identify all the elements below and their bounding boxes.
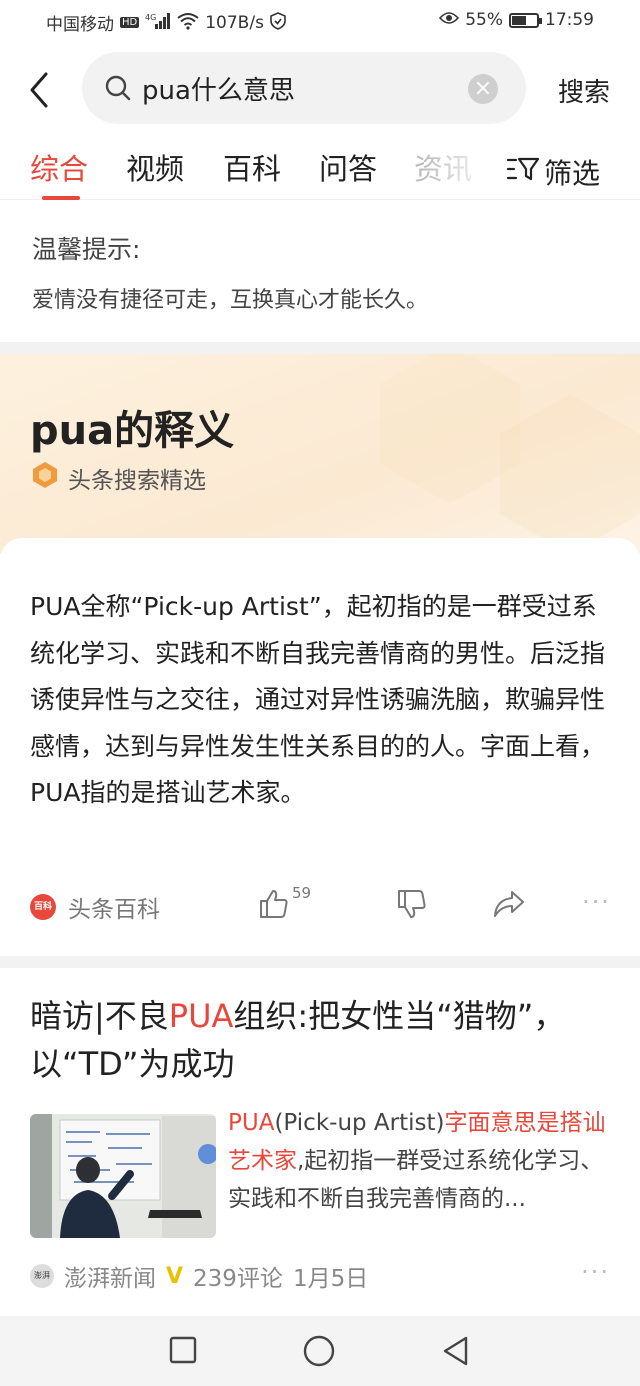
- article-thumbnail[interactable]: [30, 1114, 216, 1238]
- definition-source-label: 头条搜索精选: [68, 468, 206, 494]
- battery-icon: [509, 12, 542, 28]
- clear-search-button[interactable]: ×: [468, 74, 498, 104]
- tip-title: 温馨提示:: [32, 235, 141, 264]
- hexagon-pattern-decoration: [380, 354, 640, 554]
- square-icon: [169, 1336, 197, 1364]
- publisher-avatar: 澎湃: [30, 1264, 54, 1288]
- wifi-icon: [177, 12, 199, 34]
- network-type-label: 4G: [145, 13, 156, 22]
- definition-text: PUA全称“Pick-up Artist”，起初指的是一群受过系统化学习、实践和…: [30, 592, 606, 807]
- carrier-label: 中国移动: [46, 15, 114, 35]
- thumbs-down-icon: [398, 890, 426, 918]
- thumbs-up-icon: [260, 890, 288, 918]
- baike-source-label: 头条百科: [68, 897, 160, 923]
- article-title[interactable]: 暗访|不良PUA组织:把女性当“猎物”，以“TD”为成功: [30, 992, 610, 1088]
- tab-qa[interactable]: 问答: [319, 146, 377, 188]
- share-button[interactable]: [492, 888, 526, 924]
- article-meta: 澎湃 澎湃新闻 V 239评论 1月5日 ···: [30, 1258, 610, 1294]
- search-submit-button[interactable]: 搜索: [558, 72, 610, 109]
- filter-button[interactable]: 筛选: [506, 152, 600, 192]
- definition-card-header[interactable]: pua的释义 头条搜索精选: [0, 354, 640, 554]
- back-nav-button[interactable]: [440, 1334, 472, 1372]
- home-button[interactable]: [302, 1334, 336, 1372]
- tabs-fade-overlay: [420, 140, 500, 196]
- more-options-icon[interactable]: ···: [582, 888, 611, 916]
- tab-comprehensive[interactable]: 综合: [30, 146, 88, 188]
- toutiao-search-badge-icon: [30, 460, 60, 496]
- like-count: 59: [292, 884, 312, 902]
- tab-encyclopedia[interactable]: 百科: [223, 146, 281, 188]
- article-more-options-icon[interactable]: ···: [581, 1258, 610, 1286]
- definition-title: pua的释义: [30, 408, 235, 454]
- publish-date: 1月5日: [292, 1266, 369, 1292]
- section-divider-2: [0, 956, 640, 968]
- back-button[interactable]: [22, 70, 58, 110]
- recent-apps-button[interactable]: [168, 1334, 198, 1370]
- triangle-back-icon: [443, 1336, 468, 1366]
- share-icon: [494, 891, 524, 917]
- definition-card-body: PUA全称“Pick-up Artist”，起初指的是一群受过系统化学习、实践和…: [0, 538, 640, 956]
- like-button[interactable]: [258, 888, 290, 924]
- status-bar: 中国移动 HD 4G 107B/s 55% 17:59: [0, 0, 640, 44]
- baike-badge-icon: 百科: [30, 894, 56, 920]
- definition-source: 头条搜索精选: [30, 460, 206, 496]
- tab-video[interactable]: 视频: [126, 146, 184, 188]
- article-summary: PUA(Pick-up Artist)字面意思是搭讪艺术家,起初指一群受过系统化…: [228, 1104, 610, 1218]
- article-title-highlight: PUA: [168, 997, 234, 1035]
- section-divider: [0, 342, 640, 354]
- circle-icon: [303, 1335, 335, 1367]
- filter-label: 筛选: [543, 157, 600, 190]
- baike-source[interactable]: 百科 头条百科: [30, 890, 160, 924]
- search-icon: [104, 74, 132, 106]
- definition-footer: 百科 头条百科 59 ···: [30, 884, 610, 930]
- publisher-name[interactable]: 澎湃新闻: [64, 1259, 156, 1293]
- eye-icon: [439, 11, 460, 29]
- battery-percent: 55%: [465, 10, 503, 30]
- chevron-left-icon: [30, 72, 48, 108]
- hd-icon: HD: [120, 17, 140, 28]
- clock: 17:59: [545, 10, 594, 30]
- article-title-part1: 暗访|不良: [30, 997, 169, 1035]
- search-header: × 搜索: [0, 52, 640, 128]
- tip-section: 温馨提示: 爱情没有捷径可走，互换真心才能长久。: [32, 230, 428, 314]
- search-box[interactable]: ×: [82, 52, 526, 124]
- system-nav-bar: [0, 1316, 640, 1386]
- summary-highlight-1: PUA: [228, 1110, 275, 1136]
- close-icon: ×: [473, 76, 493, 101]
- comment-count: 239评论: [193, 1266, 283, 1292]
- shield-icon: [270, 11, 286, 34]
- verified-badge-icon: V: [166, 1263, 184, 1289]
- network-speed: 107B/s: [205, 12, 264, 33]
- active-tab-indicator: [42, 196, 80, 200]
- dislike-button[interactable]: [396, 888, 428, 924]
- signal-icon: 4G: [145, 12, 171, 34]
- search-input[interactable]: [142, 68, 442, 108]
- summary-part-1: (Pick-up Artist): [274, 1110, 445, 1136]
- category-tabs: 综合 视频 百科 问答 资讯 筛选: [0, 140, 640, 200]
- filter-icon: [506, 155, 540, 190]
- tip-text: 爱情没有捷径可走，互换真心才能长久。: [32, 288, 429, 313]
